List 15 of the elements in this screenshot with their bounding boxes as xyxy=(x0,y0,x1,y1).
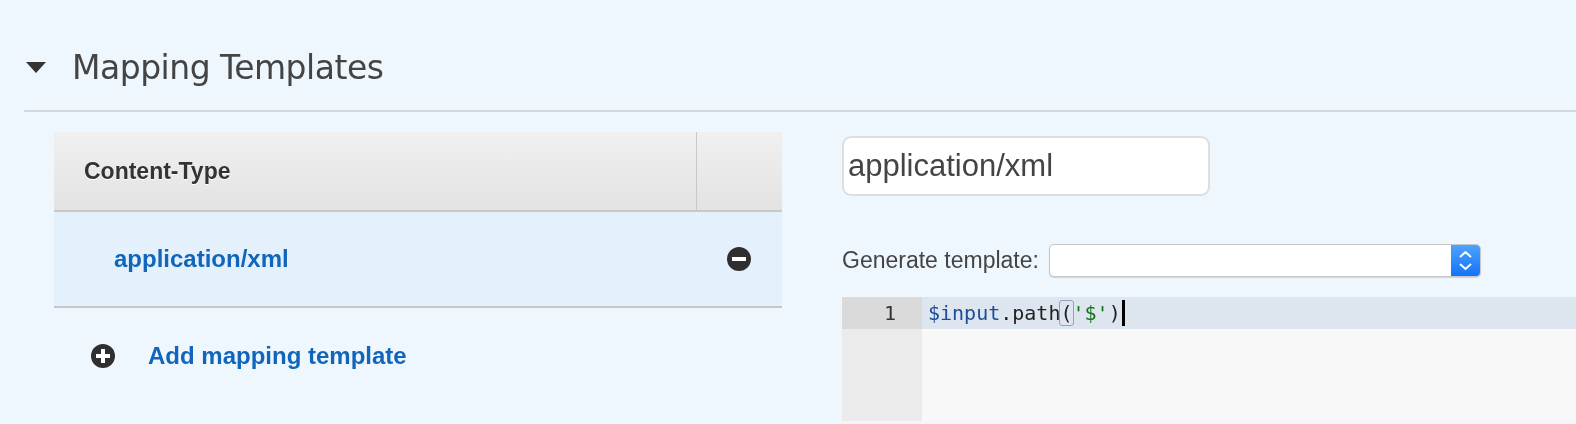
table-row[interactable]: application/xml xyxy=(54,212,782,308)
add-icon[interactable] xyxy=(90,343,116,369)
code-editor[interactable]: 1 $input.path('$') xyxy=(842,297,1576,421)
generate-template-label: Generate template: xyxy=(842,247,1039,274)
section-title: Mapping Templates xyxy=(72,47,384,87)
remove-icon[interactable] xyxy=(726,246,752,272)
collapse-caret-icon[interactable] xyxy=(25,60,47,74)
content-type-link[interactable]: application/xml xyxy=(114,245,726,273)
line-number: 1 xyxy=(842,297,922,329)
add-mapping-template-link[interactable]: Add mapping template xyxy=(148,342,407,370)
code-line: $input.path('$') xyxy=(922,300,1125,326)
column-header: Content-Type xyxy=(54,132,697,210)
generate-template-select[interactable] xyxy=(1048,244,1481,277)
content-type-field[interactable]: application/xml xyxy=(842,136,1210,196)
up-down-chevron-icon[interactable] xyxy=(1450,245,1480,276)
